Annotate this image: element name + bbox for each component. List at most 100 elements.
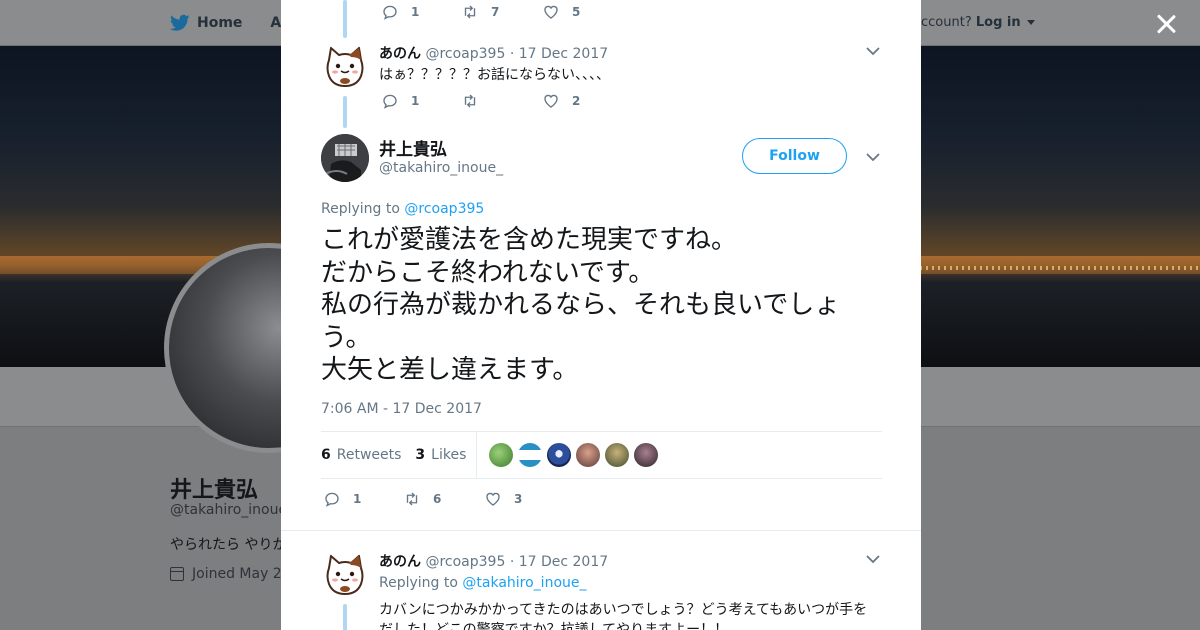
close-icon[interactable] xyxy=(1152,10,1180,38)
divider xyxy=(281,530,921,531)
retweet-button[interactable] xyxy=(461,92,542,110)
like-icon xyxy=(544,94,558,108)
liker-avatar[interactable] xyxy=(547,443,572,467)
chevron-down-icon[interactable] xyxy=(866,152,880,162)
tweet-author-name[interactable]: あのん xyxy=(379,46,421,62)
reply-count: 1 xyxy=(411,5,420,19)
tweet-actions: 1 2 xyxy=(381,92,580,110)
retweet-icon xyxy=(406,492,418,506)
likes-stat-count: 3 xyxy=(415,447,426,463)
chevron-down-icon[interactable] xyxy=(866,46,880,56)
chevron-down-icon[interactable] xyxy=(866,554,880,564)
replying-to: Replying to @takahiro_inoue_ xyxy=(379,575,587,591)
main-tweet-actions: 1 6 3 xyxy=(323,490,522,508)
tweet-date[interactable]: 17 Dec 2017 xyxy=(519,46,608,62)
like-icon xyxy=(544,5,558,19)
cat-avatar-icon xyxy=(321,550,369,598)
like-count: 2 xyxy=(572,94,581,108)
main-tweet-line: 大矢と差し違えます。 xyxy=(321,355,579,385)
tweet-author-name[interactable]: あのん xyxy=(379,554,421,570)
like-count: 3 xyxy=(514,492,523,506)
liker-avatar[interactable] xyxy=(605,443,630,467)
reply-count: 1 xyxy=(353,492,362,506)
avatar[interactable] xyxy=(321,134,369,182)
tweet-header: あのん @rcoap395 · 17 Dec 2017 xyxy=(379,43,608,63)
like-icon xyxy=(486,492,500,506)
retweets-stat[interactable]: 6 Retweets xyxy=(321,447,401,463)
like-count: 5 xyxy=(572,5,581,19)
retweet-button[interactable]: 7 xyxy=(461,3,542,21)
tweet-stats: 6 Retweets 3 Likes xyxy=(321,431,882,479)
banner-city-lights xyxy=(920,266,1200,270)
main-tweet-author-name[interactable]: 井上貴弘 xyxy=(379,135,447,160)
reply-button[interactable]: 1 xyxy=(381,3,461,21)
thread-line xyxy=(343,96,347,128)
profile-joined: Joined May 20 xyxy=(170,566,291,582)
likes-stat-label: Likes xyxy=(431,447,467,463)
twitter-bird-icon xyxy=(170,14,190,31)
reply-icon xyxy=(325,492,339,507)
reply-icon xyxy=(383,94,397,109)
thread-line xyxy=(343,0,347,38)
reply-icon xyxy=(383,5,397,20)
retweet-icon xyxy=(464,94,476,108)
login-area: ccount? Log in xyxy=(921,15,1035,30)
retweet-button[interactable]: 6 xyxy=(403,490,484,508)
main-tweet-line: だからこそ終われないです。 xyxy=(321,257,655,288)
tweet-permalink-modal: 1 7 5 あのん @rcoap395 · 17 Dec 2017 はぁ？？？？… xyxy=(281,0,921,630)
replying-to-user-link[interactable]: @rcoap395 xyxy=(404,201,484,217)
main-tweet-timestamp[interactable]: 7:06 AM - 17 Dec 2017 xyxy=(321,401,482,417)
replying-to-label: Replying to xyxy=(379,575,458,591)
liker-avatar[interactable] xyxy=(518,443,543,467)
retweet-count: 7 xyxy=(491,5,500,19)
main-tweet-line: 私の行為が裁かれるなら、それも良いでしょ xyxy=(321,290,841,320)
replying-to-user-link[interactable]: @takahiro_inoue_ xyxy=(462,575,586,591)
separator: · xyxy=(509,46,515,62)
avatar[interactable] xyxy=(321,42,369,90)
tweet-text: だした！どこの警察ですか？抗議してやりますよー！！ xyxy=(379,622,729,630)
main-tweet-text: これが愛護法を含めた現実ですね。 だからこそ終われないです。 私の行為が裁かれる… xyxy=(321,224,881,387)
retweet-icon xyxy=(464,5,476,19)
profile-name: 井上貴弘 xyxy=(170,478,259,503)
have-account-text: ccount? xyxy=(921,15,972,30)
tweet-text: カバンにつかみかかってきたのはあいつでしょう？どう考えてもあいつが手を xyxy=(379,602,868,618)
cat-avatar-icon xyxy=(321,42,369,90)
home-link[interactable]: Home xyxy=(197,15,242,31)
main-tweet-author-handle[interactable]: @takahiro_inoue_ xyxy=(379,160,503,176)
tweet-date[interactable]: 17 Dec 2017 xyxy=(519,554,608,570)
retweets-stat-label: Retweets xyxy=(336,447,402,463)
main-tweet-line: う。 xyxy=(321,322,372,353)
tweet-header: あのん @rcoap395 · 17 Dec 2017 xyxy=(379,551,608,571)
replying-to-label: Replying to xyxy=(321,201,400,217)
reply-button[interactable]: 1 xyxy=(381,92,461,110)
login-link[interactable]: Log in xyxy=(976,15,1021,30)
retweet-count: 6 xyxy=(433,492,442,506)
like-button[interactable]: 5 xyxy=(542,3,580,21)
profile-handle: @takahiro_inoue_ xyxy=(170,502,295,518)
reply-button[interactable]: 1 xyxy=(323,490,403,508)
separator: · xyxy=(509,554,515,570)
likes-stat[interactable]: 3 Likes xyxy=(415,447,466,463)
tweet-text: はぁ？？？？？お話にならない、、、、 xyxy=(379,67,610,83)
reply-count: 1 xyxy=(411,94,420,108)
calendar-icon xyxy=(170,567,184,581)
main-tweet-line: これが愛護法を含めた現実ですね。 xyxy=(321,225,738,255)
like-button[interactable]: 3 xyxy=(484,490,522,508)
liker-avatar[interactable] xyxy=(489,443,514,467)
tweet-above-actions: 1 7 5 xyxy=(381,3,580,21)
avatar[interactable] xyxy=(321,550,369,598)
profile-photo-icon xyxy=(321,134,369,182)
liker-avatar[interactable] xyxy=(634,443,659,467)
retweets-stat-count: 6 xyxy=(321,447,331,463)
tweet-author-handle[interactable]: @rcoap395 xyxy=(425,46,505,62)
profile-bio: やられたら やりか xyxy=(170,537,287,553)
like-button[interactable]: 2 xyxy=(542,92,580,110)
tweet-author-handle[interactable]: @rcoap395 xyxy=(425,554,505,570)
follow-button[interactable]: Follow xyxy=(742,138,847,174)
liker-avatar[interactable] xyxy=(576,443,601,467)
joined-text: Joined May 20 xyxy=(192,566,291,582)
stats-divider xyxy=(476,431,478,479)
replying-to: Replying to @rcoap395 xyxy=(321,201,484,217)
caret-down-icon xyxy=(1026,20,1035,25)
thread-line xyxy=(343,604,347,630)
